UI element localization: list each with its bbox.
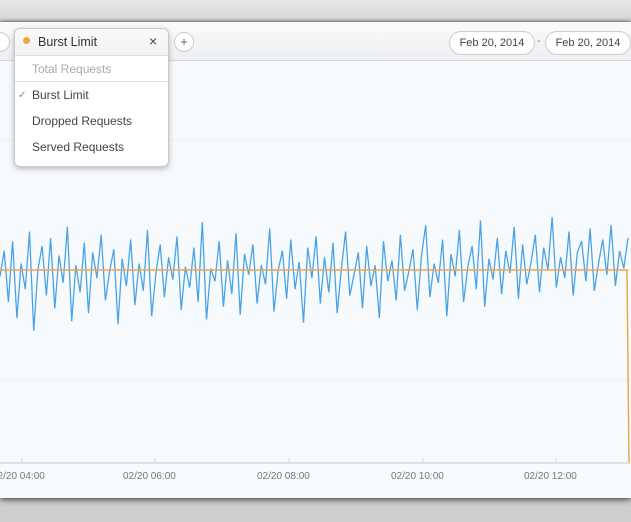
x-tick-label: 02/20 04:00 [0,471,45,482]
metric-dropdown: Burst Limit × Total Requests ✓ Burst Lim… [14,28,169,167]
selected-metric: Burst Limit [38,35,98,49]
date-to-input[interactable]: Feb 20, 2014 [545,31,631,55]
x-tick-label: 02/20 10:00 [391,471,444,482]
date-from-input[interactable]: Feb 20, 2014 [449,31,535,55]
x-tick-label: 02/20 08:00 [257,471,310,482]
menu-item-dropped-requests[interactable]: Dropped Requests [32,114,132,128]
menu-item-total-requests: Total Requests [32,62,112,76]
add-metric-button[interactable]: + [174,32,194,52]
date-separator: - [537,35,541,47]
check-icon: ✓ [18,90,27,101]
series-color-dot-icon [23,37,30,44]
metric-dropdown-header[interactable]: Burst Limit × [15,29,168,56]
x-tick-label: 02/20 06:00 [123,471,176,482]
close-icon[interactable]: × [149,33,157,49]
menu-item-served-requests[interactable]: Served Requests [32,140,124,154]
requests-series-line [0,217,629,331]
app-window: 02/20 04:00 02/20 06:00 02/20 08:00 02/2… [0,22,631,498]
menu-item-burst-limit[interactable]: Burst Limit [32,88,89,102]
burst-limit-line [0,269,630,463]
menu-divider [15,81,168,82]
x-tick-label: 02/20 12:00 [524,471,577,482]
previous-metric-pill[interactable] [0,32,10,52]
